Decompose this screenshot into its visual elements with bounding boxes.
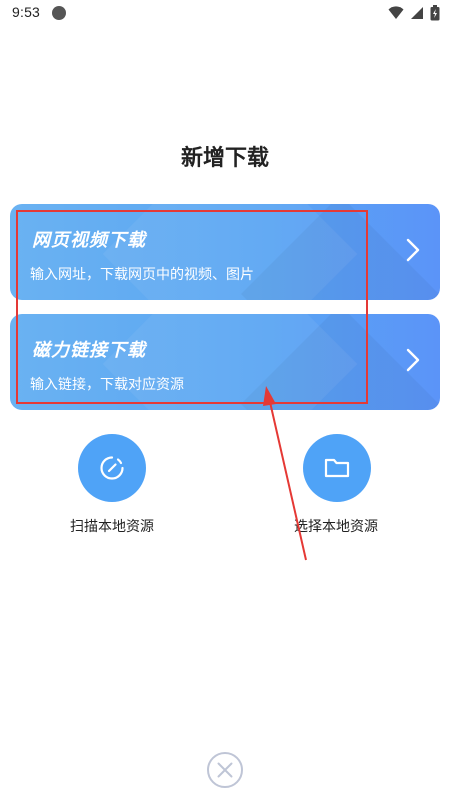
status-bar: 9:53 <box>0 0 450 26</box>
web-video-download-card[interactable]: 网页视频下载 输入网址，下载网页中的视频、图片 <box>10 204 440 300</box>
card-subtitle: 输入链接，下载对应资源 <box>30 377 184 393</box>
close-icon <box>206 751 244 789</box>
select-local-resources[interactable]: 选择本地资源 <box>277 434 397 536</box>
status-time: 9:53 <box>12 4 41 20</box>
page-title: 新增下载 <box>180 146 269 171</box>
wifi-icon <box>388 6 404 20</box>
action-label: 选择本地资源 <box>294 519 378 535</box>
action-label: 扫描本地资源 <box>70 519 154 535</box>
card-title: 磁力链接下载 <box>32 340 146 361</box>
scan-button[interactable] <box>78 434 146 502</box>
close-button[interactable] <box>206 751 244 789</box>
folder-button[interactable] <box>303 434 371 502</box>
signal-icon <box>410 6 424 20</box>
chevron-right-icon <box>406 238 420 262</box>
magnet-link-download-card[interactable]: 磁力链接下载 输入链接，下载对应资源 <box>10 314 440 410</box>
battery-icon <box>430 5 440 21</box>
scan-local-resources[interactable]: 扫描本地资源 <box>52 434 172 536</box>
folder-icon <box>324 457 350 479</box>
card-subtitle: 输入网址，下载网页中的视频、图片 <box>30 267 254 283</box>
card-title: 网页视频下载 <box>32 230 146 251</box>
status-icons <box>388 4 440 22</box>
notification-dot-icon <box>52 6 66 20</box>
new-download-screen: 9:53 新增下载 网页视频下载 输入网址，下载网页中的视频、图片 磁力链接下载… <box>0 0 450 800</box>
chevron-right-icon <box>406 348 420 372</box>
scan-icon <box>99 455 125 481</box>
